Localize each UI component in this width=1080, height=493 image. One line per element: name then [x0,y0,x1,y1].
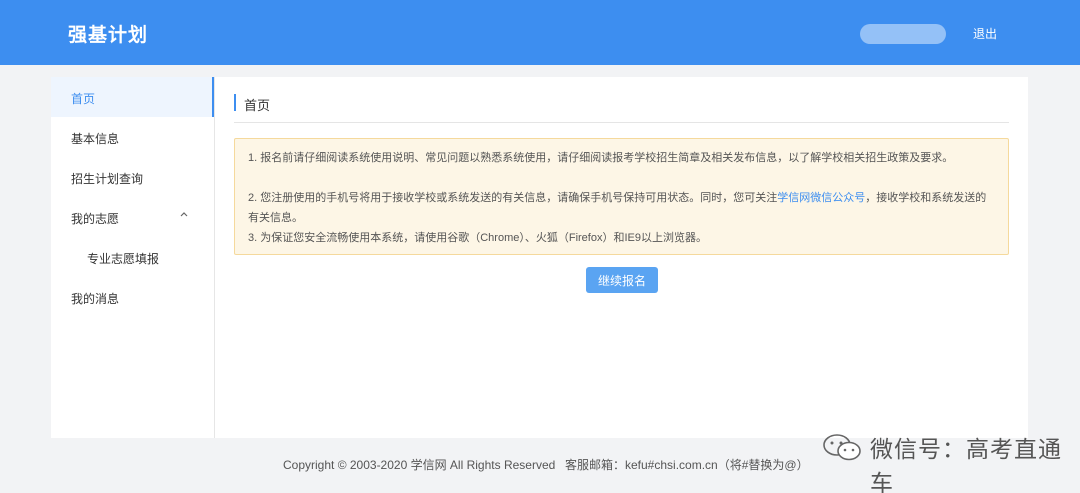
top-header: 强基计划 退出 [0,0,1080,65]
sidebar-item-label: 基本信息 [71,132,120,146]
wechat-icon [822,432,864,469]
notice-line-3: 3. 为保证您安全流畅使用本系统，请使用谷歌（Chrome）、火狐（Firefo… [248,232,707,244]
sidebar: 首页 基本信息 招生计划查询 我的志愿 专业志愿填报 我的消息 [51,77,214,438]
sidebar-item-label: 我的志愿 [71,212,120,226]
title-accent-bar [234,94,236,111]
watermark: 微信号：高考直通车 [822,428,1062,493]
sidebar-item-label: 首页 [71,92,96,106]
sidebar-item-my-preferences[interactable]: 我的志愿 [51,197,214,237]
page-title: 首页 [244,98,271,113]
support-email-text: 客服邮箱：kefu#chsi.com.cn（将#替换为@） [565,458,809,472]
continue-registration-button[interactable]: 继续报名 [586,267,658,293]
wechat-account-link[interactable]: 学信网微信公众号 [777,192,865,204]
app-title: 强基计划 [68,24,149,46]
notice-line-1: 1. 报名前请仔细阅读系统使用说明、常见问题以熟悉系统使用，请仔细阅读报考学校招… [248,152,954,164]
main-content: 首页 1. 报名前请仔细阅读系统使用说明、常见问题以熟悉系统使用，请仔细阅读报考… [215,77,1028,438]
chevron-up-icon [179,209,189,222]
sidebar-item-my-messages[interactable]: 我的消息 [51,277,214,317]
sidebar-item-home[interactable]: 首页 [51,77,214,117]
notice-line-2-text: 2. 您注册使用的手机号将用于接收学校或系统发送的有关信息，请确保手机号保持可用… [248,192,778,204]
sidebar-item-major-application[interactable]: 专业志愿填报 [51,237,214,277]
sidebar-item-enrollment-plan[interactable]: 招生计划查询 [51,157,214,197]
logout-link[interactable]: 退出 [973,25,997,42]
watermark-text: 微信号：高考直通车 [870,437,1062,493]
sidebar-item-basic-info[interactable]: 基本信息 [51,117,214,157]
user-name-blurred[interactable] [860,24,946,44]
notice-line-2: 2. 您注册使用的手机号将用于接收学校或系统发送的有关信息，请确保手机号保持可用… [248,188,990,228]
copyright-text: Copyright © 2003-2020 学信网 All Rights Res… [283,458,556,472]
sidebar-item-label: 专业志愿填报 [87,252,160,266]
page-header: 首页 [234,94,1009,123]
notice-box: 1. 报名前请仔细阅读系统使用说明、常见问题以熟悉系统使用，请仔细阅读报考学校招… [234,138,1009,255]
sidebar-item-label: 我的消息 [71,292,120,306]
sidebar-item-label: 招生计划查询 [71,172,144,186]
